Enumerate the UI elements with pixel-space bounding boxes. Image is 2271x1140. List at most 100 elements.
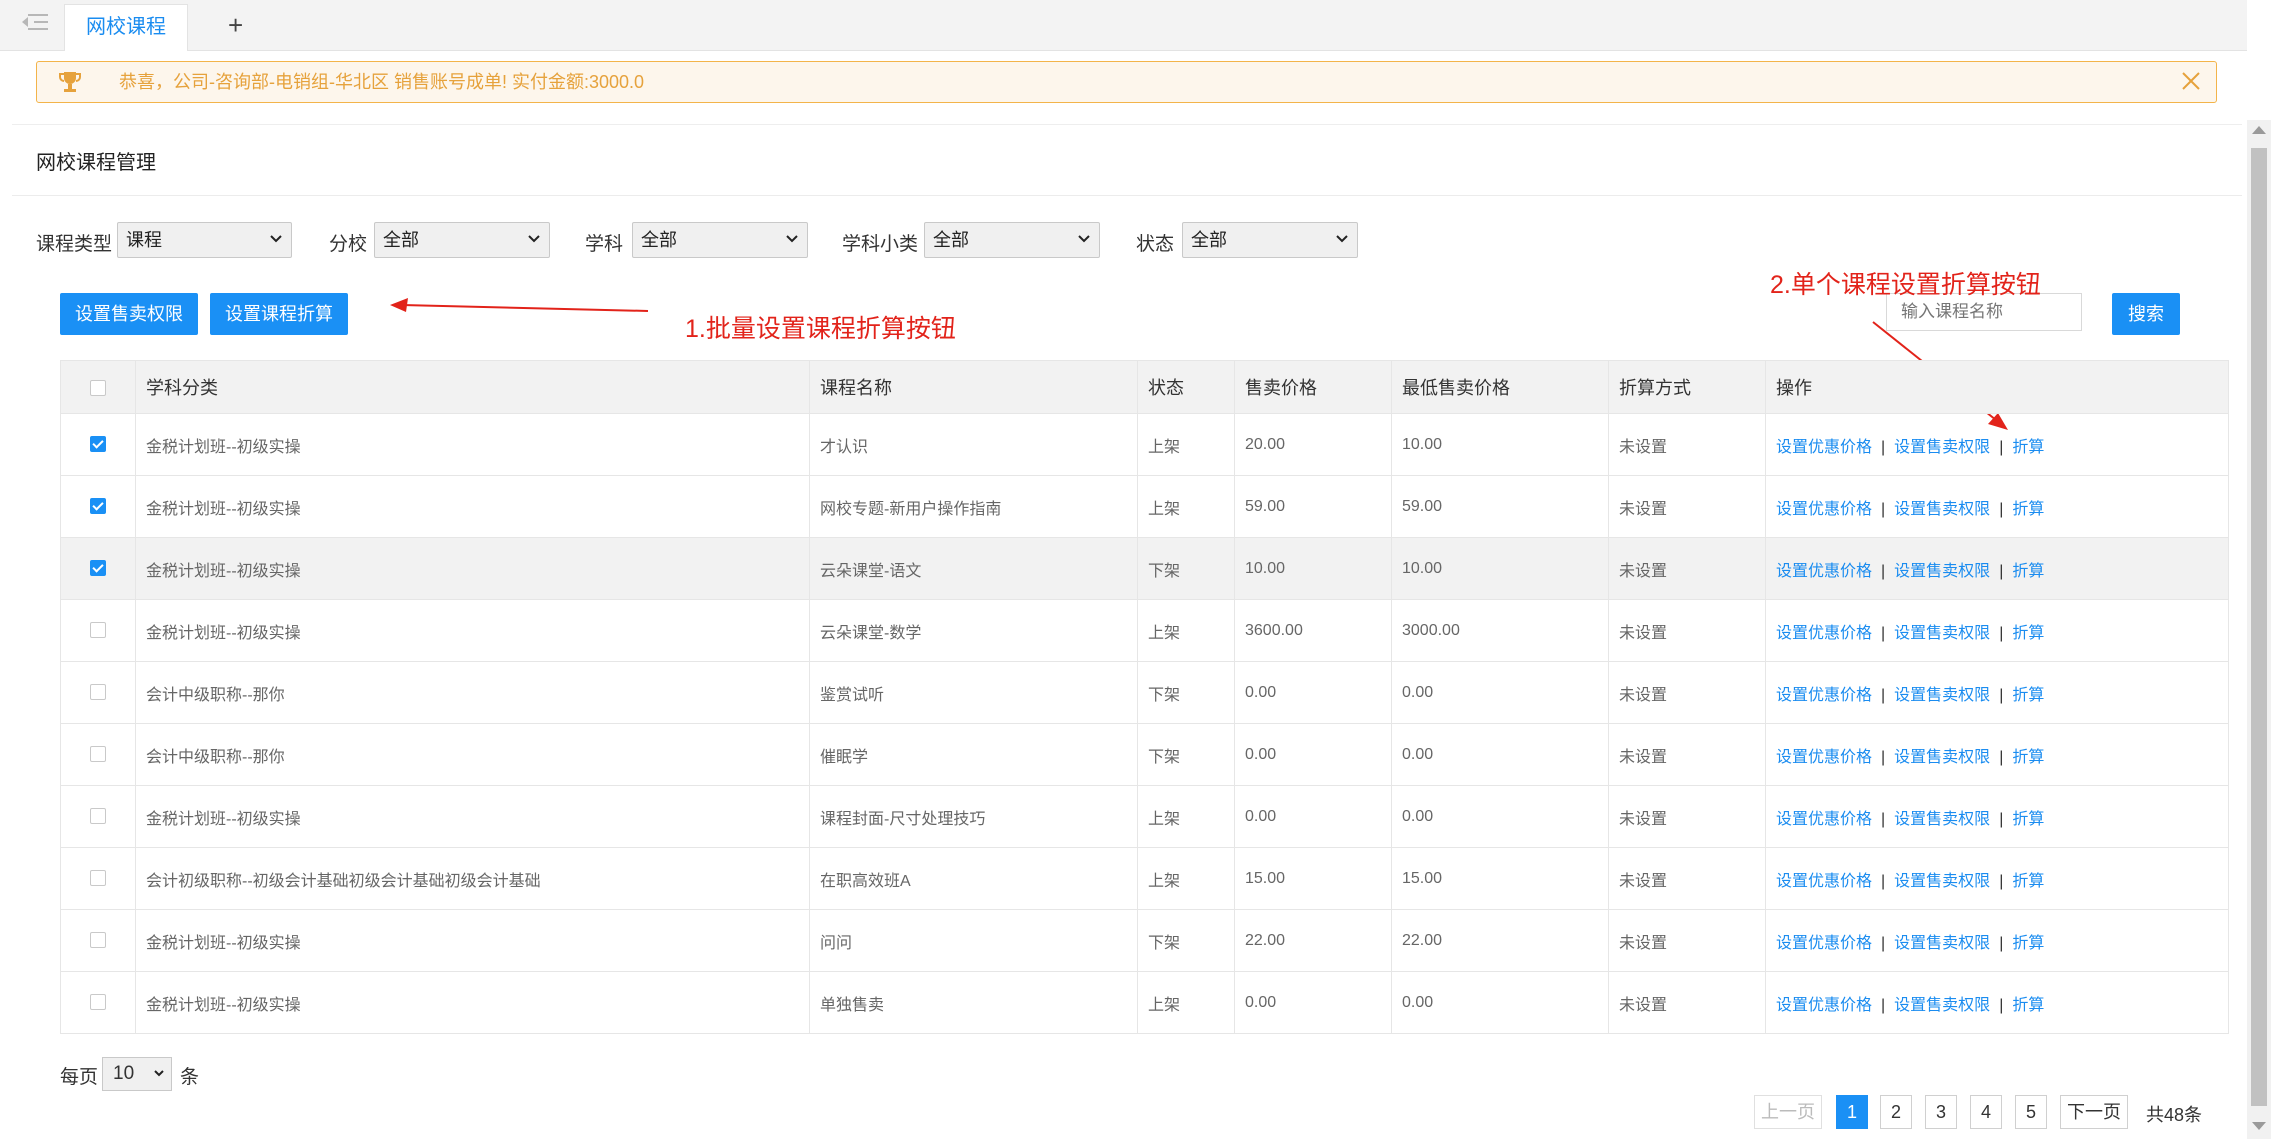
cell-actions: 设置优惠价格 | 设置售卖权限 | 折算	[1765, 909, 2229, 972]
cell-price: 10.00	[1234, 537, 1392, 600]
cell-method: 未设置	[1608, 599, 1766, 662]
set-discount-price-link[interactable]: 设置优惠价格	[1776, 687, 1872, 704]
action-separator: |	[1999, 872, 2004, 890]
chevron-down-icon	[154, 1070, 164, 1077]
cell-price: 0.00	[1234, 785, 1392, 848]
action-separator: |	[1999, 748, 2004, 766]
course-table: 学科分类 课程名称 状态 售卖价格 最低售卖价格 折算方式 操作 金税计划班--…	[60, 360, 2229, 1034]
page-button-3[interactable]: 3	[1925, 1095, 1957, 1129]
cell-status: 上架	[1137, 599, 1235, 662]
row-checkbox[interactable]	[90, 932, 106, 949]
set-discount-price-link[interactable]: 设置优惠价格	[1776, 873, 1872, 890]
action-separator: |	[1881, 686, 1886, 704]
set-sale-permission-link[interactable]: 设置售卖权限	[1894, 439, 1990, 456]
per-page-select[interactable]: 10	[102, 1057, 172, 1091]
set-sale-permission-link[interactable]: 设置售卖权限	[1894, 625, 1990, 642]
set-sale-permission-link[interactable]: 设置售卖权限	[1894, 811, 1990, 828]
set-discount-price-link[interactable]: 设置优惠价格	[1776, 501, 1872, 518]
cell-actions: 设置优惠价格 | 设置售卖权限 | 折算	[1765, 785, 2229, 848]
set-sale-permission-link[interactable]: 设置售卖权限	[1894, 997, 1990, 1014]
cell-name: 在职高效班A	[809, 847, 1138, 910]
scrollbar-thumb[interactable]	[2251, 148, 2267, 1106]
cell-category: 会计初级职称--初级会计基础初级会计基础初级会计基础	[135, 847, 810, 910]
cell-method: 未设置	[1608, 661, 1766, 724]
discount-link[interactable]: 折算	[2012, 687, 2044, 704]
action-separator: |	[1881, 810, 1886, 828]
set-discount-price-link[interactable]: 设置优惠价格	[1776, 625, 1872, 642]
page-button-2[interactable]: 2	[1880, 1095, 1912, 1129]
discount-link[interactable]: 折算	[2012, 749, 2044, 766]
row-checkbox[interactable]	[90, 436, 106, 453]
set-discount-price-link[interactable]: 设置优惠价格	[1776, 997, 1872, 1014]
set-discount-price-link[interactable]: 设置优惠价格	[1776, 749, 1872, 766]
cell-method: 未设置	[1608, 537, 1766, 600]
action-separator: |	[1999, 438, 2004, 456]
discount-link[interactable]: 折算	[2012, 439, 2044, 456]
row-checkbox-cell	[60, 537, 136, 600]
cell-min-price: 0.00	[1391, 723, 1609, 786]
page-button-4[interactable]: 4	[1970, 1095, 2002, 1129]
cell-price: 0.00	[1234, 971, 1392, 1034]
set-discount-price-link[interactable]: 设置优惠价格	[1776, 563, 1872, 580]
scroll-down-arrow-icon[interactable]	[2252, 1122, 2266, 1130]
cell-price: 0.00	[1234, 723, 1392, 786]
total-count: 共48条	[2146, 1105, 2203, 1125]
cell-price: 22.00	[1234, 909, 1392, 972]
cell-actions: 设置优惠价格 | 设置售卖权限 | 折算	[1765, 847, 2229, 910]
discount-link[interactable]: 折算	[2012, 501, 2044, 518]
row-checkbox[interactable]	[90, 498, 106, 515]
discount-link[interactable]: 折算	[2012, 873, 2044, 890]
set-discount-price-link[interactable]: 设置优惠价格	[1776, 439, 1872, 456]
cell-method: 未设置	[1608, 723, 1766, 786]
cell-name: 云朵课堂-数学	[809, 599, 1138, 662]
discount-link[interactable]: 折算	[2012, 935, 2044, 952]
page-button-5[interactable]: 5	[2015, 1095, 2047, 1129]
cell-status: 下架	[1137, 661, 1235, 724]
row-checkbox[interactable]	[90, 994, 106, 1011]
row-checkbox[interactable]	[90, 560, 106, 577]
set-discount-price-link[interactable]: 设置优惠价格	[1776, 811, 1872, 828]
discount-link[interactable]: 折算	[2012, 563, 2044, 580]
col-header-name: 课程名称	[809, 360, 1138, 414]
action-separator: |	[1881, 562, 1886, 580]
cell-name: 问问	[809, 909, 1138, 972]
cell-min-price: 22.00	[1391, 909, 1609, 972]
action-separator: |	[1999, 686, 2004, 704]
cell-category: 金税计划班--初级实操	[135, 971, 810, 1034]
cell-status: 上架	[1137, 475, 1235, 538]
set-sale-permission-link[interactable]: 设置售卖权限	[1894, 687, 1990, 704]
cell-actions: 设置优惠价格 | 设置售卖权限 | 折算	[1765, 661, 2229, 724]
cell-category: 金税计划班--初级实操	[135, 785, 810, 848]
cell-actions: 设置优惠价格 | 设置售卖权限 | 折算	[1765, 971, 2229, 1034]
select-all-checkbox[interactable]	[90, 379, 106, 396]
discount-link[interactable]: 折算	[2012, 625, 2044, 642]
set-discount-price-link[interactable]: 设置优惠价格	[1776, 935, 1872, 952]
cell-method: 未设置	[1608, 971, 1766, 1034]
cell-min-price: 15.00	[1391, 847, 1609, 910]
page-button-1[interactable]: 1	[1836, 1095, 1868, 1129]
action-separator: |	[1999, 500, 2004, 518]
cell-status: 下架	[1137, 537, 1235, 600]
set-sale-permission-link[interactable]: 设置售卖权限	[1894, 749, 1990, 766]
row-checkbox[interactable]	[90, 684, 106, 701]
col-header-method: 折算方式	[1608, 360, 1766, 414]
row-checkbox[interactable]	[90, 622, 106, 639]
cell-category: 金税计划班--初级实操	[135, 537, 810, 600]
set-sale-permission-link[interactable]: 设置售卖权限	[1894, 501, 1990, 518]
next-page-button[interactable]: 下一页	[2060, 1095, 2128, 1129]
set-sale-permission-link[interactable]: 设置售卖权限	[1894, 935, 1990, 952]
row-checkbox[interactable]	[90, 746, 106, 763]
scroll-up-arrow-icon[interactable]	[2252, 126, 2266, 134]
cell-method: 未设置	[1608, 785, 1766, 848]
cell-category: 会计中级职称--那你	[135, 661, 810, 724]
set-sale-permission-link[interactable]: 设置售卖权限	[1894, 563, 1990, 580]
prev-page-button[interactable]: 上一页	[1754, 1095, 1822, 1129]
cell-actions: 设置优惠价格 | 设置售卖权限 | 折算	[1765, 599, 2229, 662]
cell-price: 20.00	[1234, 413, 1392, 476]
discount-link[interactable]: 折算	[2012, 997, 2044, 1014]
discount-link[interactable]: 折算	[2012, 811, 2044, 828]
row-checkbox[interactable]	[90, 870, 106, 887]
action-separator: |	[1881, 996, 1886, 1014]
row-checkbox[interactable]	[90, 808, 106, 825]
set-sale-permission-link[interactable]: 设置售卖权限	[1894, 873, 1990, 890]
